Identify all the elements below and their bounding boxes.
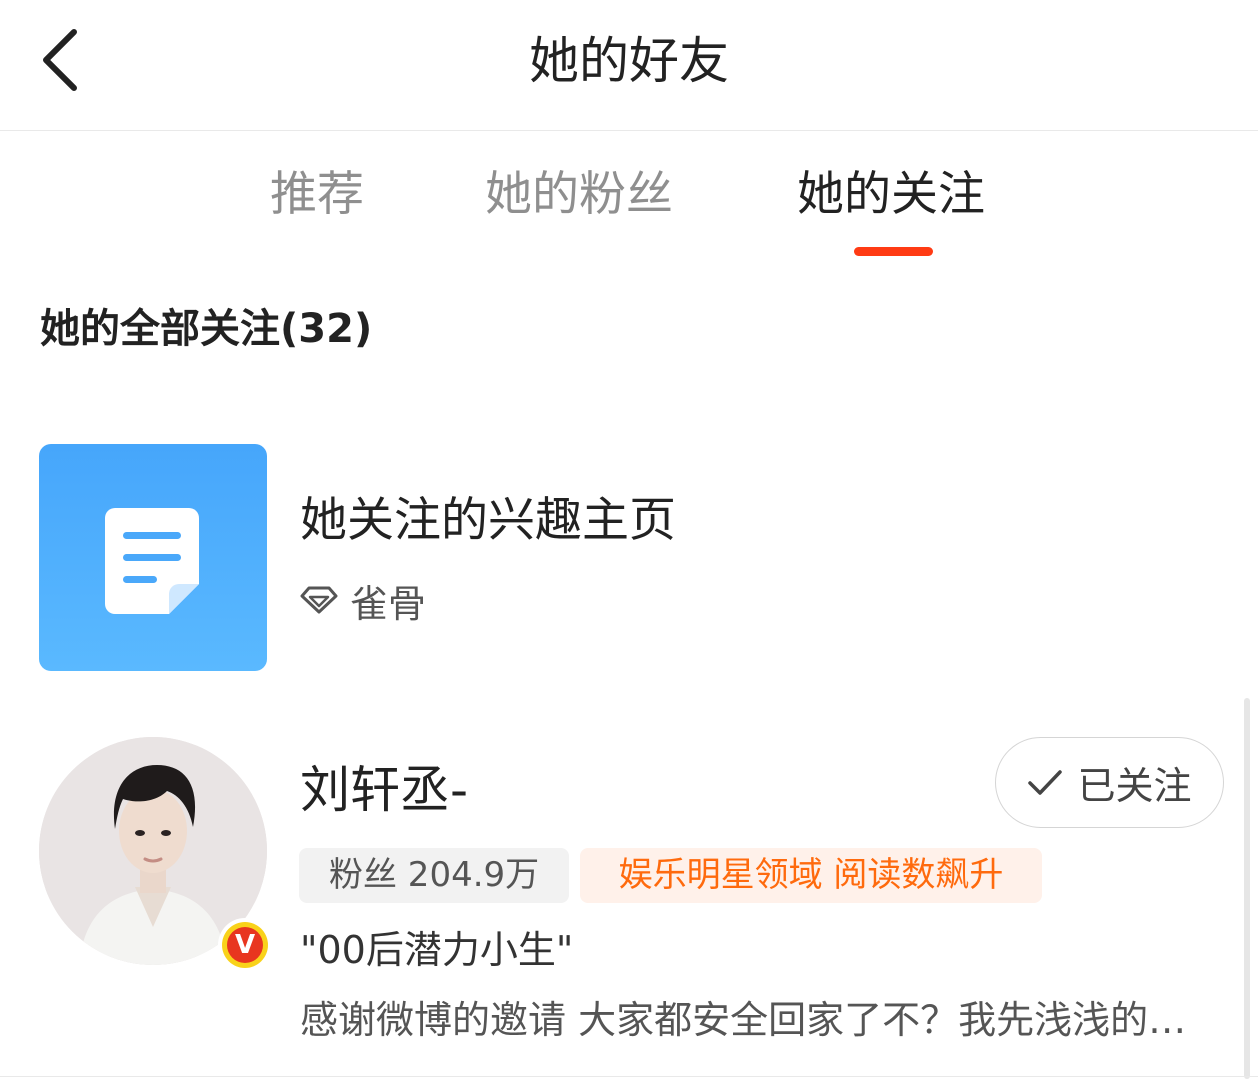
tab-her-following[interactable]: 她的关注: [797, 160, 985, 230]
following-button[interactable]: 已关注: [995, 737, 1224, 828]
verified-v-badge-icon: V: [227, 927, 263, 963]
interest-pages-item[interactable]: 她关注的兴趣主页 雀骨: [0, 440, 1258, 675]
tab-recommend[interactable]: 推荐: [270, 160, 364, 230]
page-title: 她的好友: [529, 32, 729, 90]
tab-her-fans[interactable]: 她的粉丝: [485, 160, 673, 230]
hot-status-tag: 娱乐明星领域 阅读数飙升: [580, 848, 1042, 903]
interest-subtitle: 雀骨: [300, 572, 426, 628]
top-bar: 她的好友: [0, 0, 1258, 131]
user-name[interactable]: 刘轩丞-: [300, 755, 468, 825]
following-label: 已关注: [1077, 764, 1192, 808]
list-item[interactable]: V 刘轩丞- 已关注 粉丝 204.9万 娱乐明星领域 阅读数飙升 "00后潜力…: [0, 730, 1258, 1060]
document-icon: [105, 508, 199, 614]
section-title: 她的全部关注(32): [40, 306, 373, 352]
diamond-icon: [300, 586, 338, 614]
verified-badge: V: [218, 918, 272, 972]
active-tab-indicator: [854, 247, 933, 256]
divider: [0, 1076, 1258, 1077]
fans-count-tag: 粉丝 204.9万: [299, 848, 570, 903]
interest-title: 她关注的兴趣主页: [300, 493, 676, 548]
checkmark-icon: [1028, 769, 1063, 795]
latest-post-preview: 感谢微博的邀请 大家都安全回家了不？我先浅浅的…: [300, 998, 1187, 1042]
user-description: "00后潜力小生": [300, 928, 574, 972]
tab-bar: 推荐 她的粉丝 她的关注: [0, 160, 1258, 260]
scrollbar[interactable]: [1244, 698, 1250, 1079]
interest-thumbnail: [39, 444, 267, 671]
interest-subtitle-text: 雀骨: [350, 581, 427, 626]
